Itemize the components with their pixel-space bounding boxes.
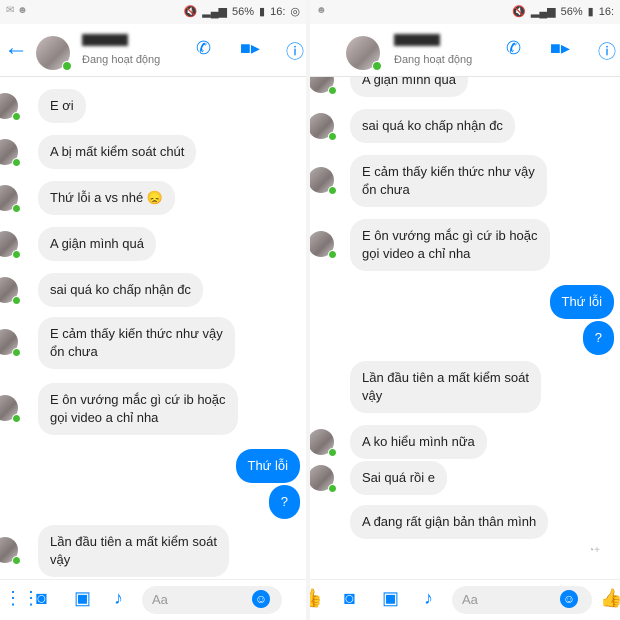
outgoing-message[interactable]: Thứ lỗi: [235, 449, 300, 483]
sender-avatar[interactable]: [0, 185, 21, 213]
incoming-message[interactable]: Sai quá rồi e: [350, 461, 447, 495]
incoming-message[interactable]: E ôn vướng mắc gì cứ ib hoặc gọi video a…: [350, 219, 550, 271]
clock: 16:: [270, 5, 286, 18]
camera-icon[interactable]: ◙: [36, 588, 47, 609]
incoming-message[interactable]: A bị mất kiểm soát chút: [38, 135, 197, 169]
composer: ⋮⋮ ◙ ▣ ♪ Aa ☺: [0, 579, 306, 620]
incoming-message[interactable]: Lần đầu tiên a mất kiểm soát vậy: [350, 361, 541, 413]
chat-header: Đang hoạt động ✆ ■▸ ⓘ: [310, 24, 620, 77]
contact-avatar[interactable]: [346, 36, 382, 71]
react-icon[interactable]: ◔+: [588, 545, 600, 556]
composer: 👍 ◙ ▣ ♪ Aa ☺ 👍: [310, 579, 620, 620]
microphone-icon[interactable]: ♪: [114, 588, 123, 609]
messenger-notification-icon: ☻: [316, 5, 327, 16]
battery-percent: 56%: [232, 5, 255, 18]
back-arrow-icon[interactable]: ←: [4, 36, 28, 60]
emoji-icon[interactable]: ☺: [252, 590, 270, 608]
gallery-icon[interactable]: ▣: [74, 588, 91, 609]
sender-avatar[interactable]: [0, 231, 21, 259]
online-dot: [12, 296, 21, 305]
mute-icon: 🔇: [183, 6, 198, 18]
message-list[interactable]: A giận mình quá sai quá ko chấp nhận đc E …: [310, 77, 620, 580]
video-call-icon[interactable]: ■▸: [240, 38, 260, 59]
signal-icon: ▂▄▆: [202, 6, 227, 18]
message-list[interactable]: E ơi A bị mất kiểm soát chút Thứ lỗi a vs …: [0, 77, 306, 580]
messenger-notification-icon: ✉ ☻: [6, 5, 28, 16]
right-screenshot: ☻ 🔇 ▂▄▆ 56% ▮ 16: Đang hoạt động ✆ ■▸ ⓘ …: [310, 0, 620, 620]
battery-icon: ▮: [259, 6, 266, 18]
online-dot: [12, 204, 21, 213]
incoming-message[interactable]: sai quá ko chấp nhận đc: [350, 109, 515, 143]
sender-avatar[interactable]: [0, 139, 21, 167]
like-icon[interactable]: 👍: [600, 588, 620, 609]
battery-percent: 56%: [560, 5, 583, 18]
info-icon[interactable]: ⓘ: [286, 38, 304, 64]
sender-avatar[interactable]: [310, 113, 337, 141]
emoji-icon[interactable]: ☺: [560, 590, 578, 608]
online-dot: [328, 86, 337, 95]
incoming-message[interactable]: sai quá ko chấp nhận đc: [38, 273, 203, 307]
sender-avatar[interactable]: [0, 93, 21, 121]
gallery-icon[interactable]: ▣: [382, 588, 399, 609]
incoming-message[interactable]: E cảm thấy kiến thức như vậy ổn chưa: [350, 155, 547, 207]
online-dot: [328, 448, 337, 457]
active-status: Đang hoạt động: [82, 54, 161, 66]
contact-name-redacted: [394, 34, 440, 46]
sender-avatar[interactable]: [310, 465, 337, 493]
outgoing-message[interactable]: ?: [268, 485, 300, 519]
contact-name-redacted: [82, 34, 128, 46]
status-bar: ✉ ☻ 🔇 ▂▄▆ 56% ▮ 16: ◎: [0, 0, 306, 24]
incoming-message[interactable]: Thứ lỗi a vs nhé 😞: [38, 181, 176, 215]
sender-avatar[interactable]: [0, 395, 21, 423]
sender-avatar[interactable]: [310, 231, 337, 259]
active-status: Đang hoạt động: [394, 54, 473, 66]
sender-avatar[interactable]: [310, 167, 337, 195]
sender-avatar[interactable]: [310, 429, 337, 457]
signal-icon: ▂▄▆: [530, 6, 556, 18]
online-dot: [12, 250, 21, 259]
online-dot: [12, 348, 21, 357]
outgoing-message[interactable]: Thứ lỗi: [549, 285, 614, 319]
online-dot: [328, 484, 337, 493]
battery-icon: ▮: [587, 6, 594, 18]
incoming-message[interactable]: A ko hiểu mình nữa: [350, 425, 487, 459]
like-icon[interactable]: 👍: [310, 588, 322, 609]
more-options-icon[interactable]: ⋮⋮: [4, 588, 40, 609]
online-dot: [328, 132, 337, 141]
phone-call-icon[interactable]: ✆: [506, 38, 521, 59]
incoming-message[interactable]: E ơi: [38, 89, 86, 123]
sender-avatar[interactable]: [0, 329, 21, 357]
messenger-icon: ◎: [290, 6, 300, 18]
incoming-message[interactable]: A giận mình quá: [38, 227, 156, 261]
online-dot: [12, 414, 21, 423]
online-dot: [12, 556, 21, 565]
chat-header: ← Đang hoạt động ✆ ■▸ ⓘ: [0, 24, 306, 77]
video-call-icon[interactable]: ■▸: [550, 38, 570, 59]
sender-avatar[interactable]: [310, 77, 337, 95]
microphone-icon[interactable]: ♪: [424, 588, 433, 609]
incoming-message[interactable]: Lần đầu tiên a mất kiểm soát vậy: [38, 525, 229, 577]
clock: 16:: [598, 5, 614, 18]
contact-avatar[interactable]: [36, 36, 72, 71]
status-bar: ☻ 🔇 ▂▄▆ 56% ▮ 16:: [310, 0, 620, 24]
online-dot: [328, 186, 337, 195]
sender-avatar[interactable]: [0, 537, 21, 565]
phone-call-icon[interactable]: ✆: [196, 38, 211, 59]
online-dot: [328, 250, 337, 259]
outgoing-message[interactable]: ?: [582, 321, 614, 355]
incoming-message[interactable]: E cảm thấy kiến thức như vậy ổn chưa: [38, 317, 235, 369]
incoming-message[interactable]: E ôn vướng mắc gì cứ ib hoặc gọi video a…: [38, 383, 238, 435]
online-dot: [12, 158, 21, 167]
online-dot: [12, 112, 21, 121]
camera-icon[interactable]: ◙: [344, 588, 355, 609]
sender-avatar[interactable]: [0, 277, 21, 305]
incoming-message[interactable]: A đang rất giận bản thân mình: [350, 505, 549, 539]
left-screenshot: ✉ ☻ 🔇 ▂▄▆ 56% ▮ 16: ◎ ← Đang hoạt động ✆…: [0, 0, 306, 620]
incoming-message[interactable]: A giận mình quá: [350, 77, 468, 97]
info-icon[interactable]: ⓘ: [598, 38, 616, 64]
mute-icon: 🔇: [512, 6, 526, 18]
